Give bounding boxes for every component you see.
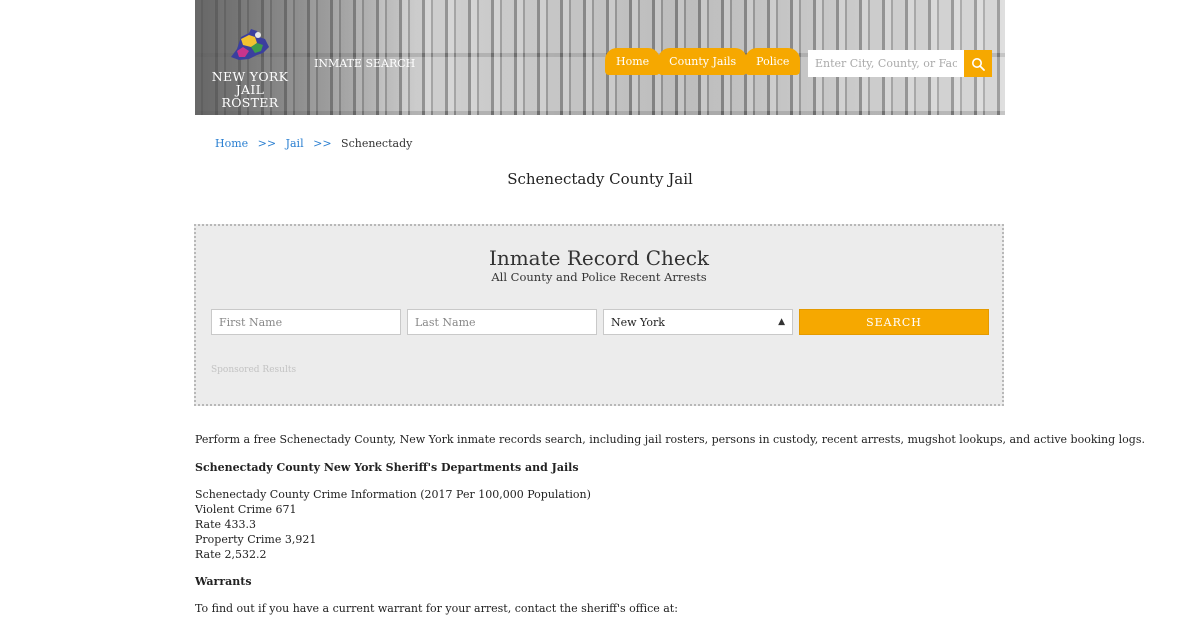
site-search-button[interactable] — [964, 50, 992, 77]
site-search-input[interactable] — [808, 50, 964, 77]
sponsored-results-label: Sponsored Results — [211, 365, 297, 375]
state-select[interactable]: New York ▲︎ — [603, 309, 793, 335]
site-header: NEW YORK JAIL ROSTER INMATE SEARCH Home … — [195, 0, 1005, 115]
logo-line-2: JAIL ROSTER — [221, 82, 279, 110]
inmate-search-link[interactable]: INMATE SEARCH — [314, 57, 415, 70]
breadcrumb-home[interactable]: Home — [215, 137, 248, 150]
inmate-record-check-panel: Inmate Record Check All County and Polic… — [194, 224, 1004, 406]
violent-crime-rate: Rate 433.3 — [195, 518, 257, 531]
site-search — [808, 50, 992, 77]
nav-tab-home[interactable]: Home — [605, 48, 661, 75]
panel-title: Inmate Record Check — [488, 246, 710, 270]
page-title: Schenectady County Jail — [507, 170, 693, 188]
crime-information: Schenectady County Crime Information (20… — [195, 487, 591, 562]
warrants-heading: Warrants — [195, 575, 252, 588]
crime-info-title: Schenectady County Crime Information (20… — [195, 488, 591, 501]
property-crime-rate: Rate 2,532.2 — [195, 548, 267, 561]
main-nav: Home County Jails Police — [605, 48, 801, 75]
new-york-state-logo-icon — [231, 29, 269, 60]
search-icon — [972, 57, 985, 71]
property-crime: Property Crime 3,921 — [195, 533, 317, 546]
logo-text: NEW YORK JAIL ROSTER — [210, 70, 290, 109]
page: NEW YORK JAIL ROSTER INMATE SEARCH Home … — [0, 0, 1200, 620]
nav-tab-police[interactable]: Police — [745, 48, 801, 75]
record-search-button[interactable]: SEARCH — [799, 309, 989, 335]
warrants-paragraph: To find out if you have a current warran… — [195, 602, 678, 615]
breadcrumb-jail[interactable]: Jail — [286, 137, 304, 150]
panel-subtitle: All County and Police Recent Arrests — [491, 270, 707, 284]
breadcrumb-current: Schenectady — [341, 137, 413, 150]
violent-crime: Violent Crime 671 — [195, 503, 297, 516]
nav-tab-county-jails[interactable]: County Jails — [658, 48, 748, 75]
site-logo[interactable]: NEW YORK JAIL ROSTER — [210, 27, 290, 109]
departments-heading: Schenectady County New York Sheriff's De… — [195, 461, 579, 474]
breadcrumb-separator: >> — [257, 137, 277, 150]
breadcrumb: Home >> Jail >> Schenectady — [215, 137, 412, 150]
first-name-input[interactable] — [211, 309, 401, 335]
intro-paragraph: Perform a free Schenectady County, New Y… — [195, 433, 1145, 446]
breadcrumb-separator: >> — [313, 137, 332, 150]
last-name-input[interactable] — [407, 309, 597, 335]
state-select-value: New York — [611, 315, 665, 329]
chevron-down-icon: ▲︎ — [778, 317, 785, 327]
